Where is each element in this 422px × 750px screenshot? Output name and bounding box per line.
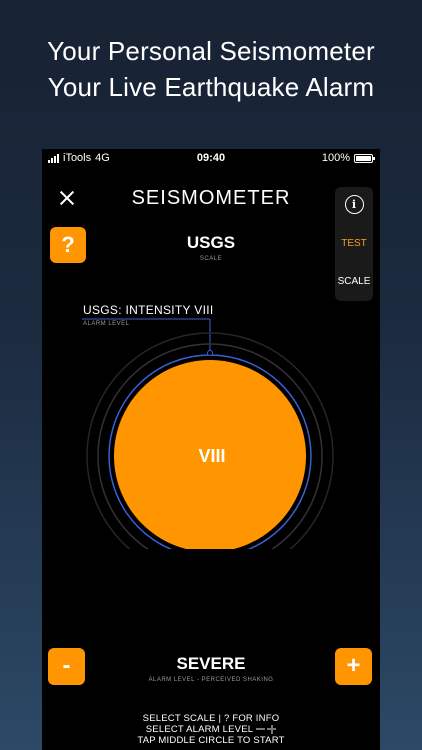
seismometer-dial — [82, 318, 334, 549]
level-caption: ALARM LEVEL - PERCEIVED SHAKING — [148, 677, 274, 683]
info-icon: i — [344, 195, 364, 214]
scale-name[interactable]: USGS — [142, 233, 280, 253]
battery-icon — [354, 153, 375, 163]
promo-headline-2: Your Live Earthquake Alarm — [47, 72, 375, 102]
instruction-line-2: SELECT ALARM LEVEL — [102, 724, 320, 735]
instruction-line-2-text: SELECT ALARM LEVEL — [145, 724, 254, 735]
page-title: SEISMOMETER — [131, 187, 291, 209]
side-panel: i TEST SCALE — [335, 187, 373, 301]
minus-icon — [256, 728, 266, 731]
info-button[interactable]: i — [335, 195, 373, 219]
status-bar: iTools 4G 09:40 100% — [42, 149, 380, 167]
scale-caption: SCALE — [199, 256, 223, 262]
status-right: 100% — [321, 152, 375, 164]
instruction-line-3: TAP MIDDLE CIRCLE TO START — [137, 735, 285, 746]
help-button[interactable]: ? — [50, 227, 86, 263]
increase-level-button[interactable]: + — [335, 648, 372, 685]
level-name: SEVERE — [176, 654, 246, 673]
decrease-level-button[interactable]: - — [48, 648, 85, 685]
phone-screen: iTools 4G 09:40 100% SEISMOMETER i TEST … — [42, 149, 380, 750]
scale-button[interactable]: SCALE — [335, 276, 373, 287]
test-button[interactable]: TEST — [335, 238, 373, 249]
plus-icon — [267, 724, 277, 734]
instruction-line-1: SELECT SCALE | ? FOR INFO — [142, 713, 280, 724]
battery-percent: 100% — [321, 152, 350, 164]
promo-headline-1: Your Personal Seismometer — [47, 36, 375, 66]
close-icon[interactable] — [56, 187, 78, 209]
dial-intensity-label[interactable]: VIII — [162, 446, 262, 467]
alarm-marker-dot — [207, 350, 213, 356]
